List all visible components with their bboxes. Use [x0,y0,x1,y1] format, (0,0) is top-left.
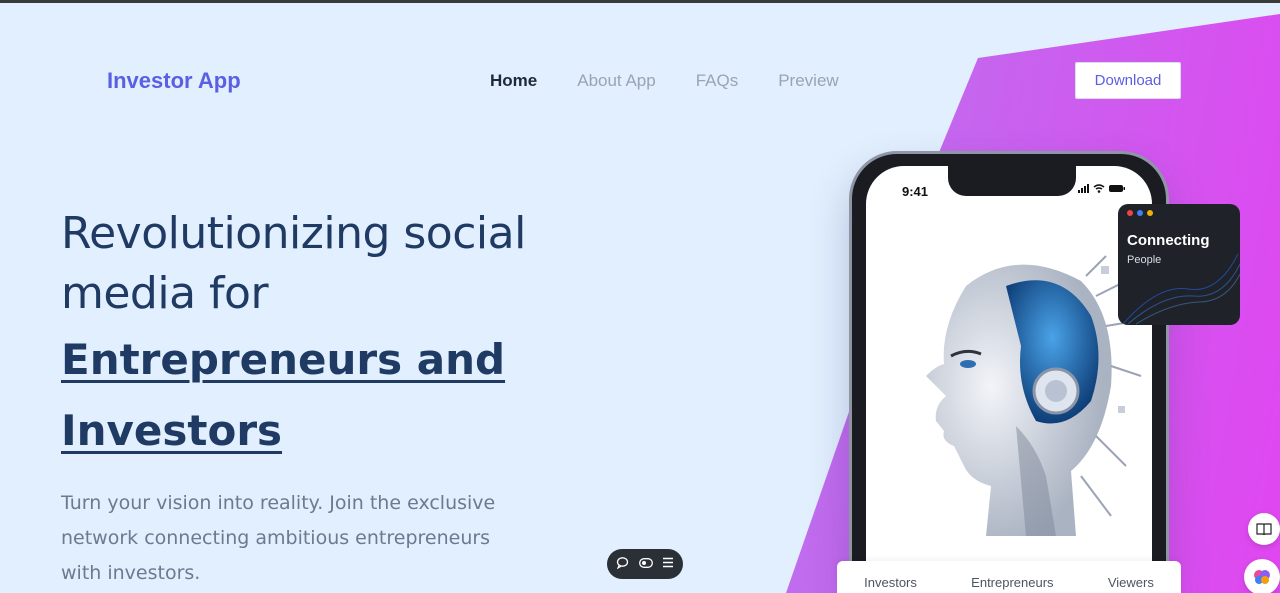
hero-highlight-line1: Entrepreneurs and [61,335,506,384]
phone-time: 9:41 [902,184,929,199]
chat-icon[interactable] [616,556,629,572]
phone-screen: 9:41 [866,166,1152,593]
connecting-card: Connecting People [1118,204,1240,325]
brain-icon[interactable] [1244,559,1280,593]
tab-viewers[interactable]: Viewers [1108,575,1154,590]
tab-investors[interactable]: Investors [864,575,917,590]
nav-about-app[interactable]: About App [577,71,655,91]
nav-faqs[interactable]: FAQs [696,71,739,91]
floating-toolbar [607,549,683,579]
hero-heading-line2: media for [61,268,269,319]
hero-highlight-line2: Investors [61,406,283,455]
hero-lead-text: Turn your vision into reality. Join the … [61,492,496,584]
phone-status-icons [1078,183,1126,197]
tab-entrepreneurs[interactable]: Entrepreneurs [971,575,1053,590]
menu-icon[interactable] [662,557,674,571]
hero-heading-line1: Revolutionizing social [61,208,526,259]
nav-home[interactable]: Home [490,71,537,91]
book-icon[interactable] [1248,513,1280,545]
phone-notch [948,166,1076,196]
window-dots [1127,210,1153,216]
phone-tabs: Investors Entrepreneurs Viewers [837,561,1181,593]
browser-top-border [0,0,1280,3]
robot-head-image [926,255,1142,536]
main-nav: Home About App FAQs Preview [490,71,839,91]
nav-preview[interactable]: Preview [778,71,838,91]
brand-logo[interactable]: Investor App [107,68,241,94]
wave-lines-icon [1122,253,1240,325]
download-button[interactable]: Download [1075,62,1181,99]
toggle-icon[interactable] [638,557,653,571]
